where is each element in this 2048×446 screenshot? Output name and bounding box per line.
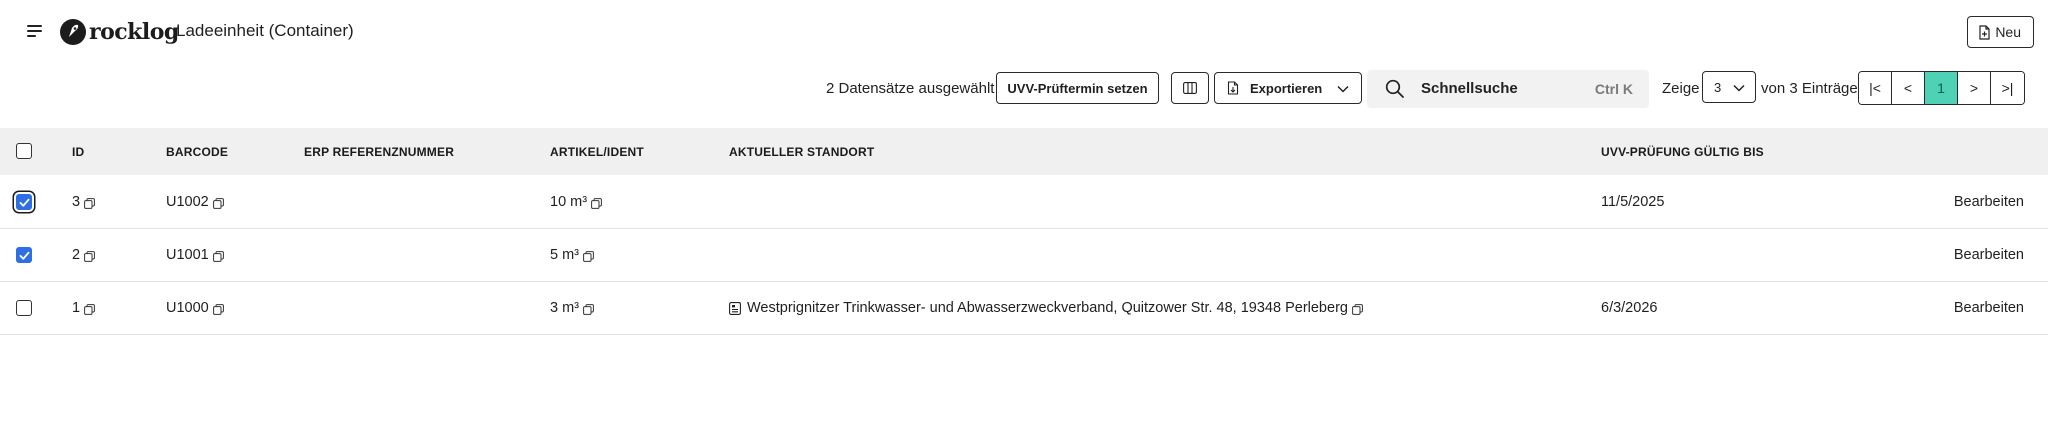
- cell-id-text: 3: [72, 194, 81, 210]
- columns-icon: [1183, 82, 1197, 94]
- cell-uvv: 11/5/2025: [1601, 194, 1664, 210]
- column-header-id[interactable]: ID: [72, 145, 84, 159]
- copy-icon[interactable]: [84, 197, 95, 209]
- last-page-button[interactable]: >|: [1991, 72, 2024, 104]
- page-title: Ladeeinheit (Container): [176, 21, 354, 40]
- cell-barcode-text: U1000: [166, 300, 209, 316]
- entry-count: von 3 Einträge: [1761, 80, 1858, 97]
- chevron-down-icon: [1733, 84, 1745, 92]
- column-header-erp[interactable]: ERP REFERENZNUMMER: [304, 145, 454, 159]
- column-header-barcode[interactable]: BARCODE: [166, 145, 228, 159]
- page-size-label: Zeige: [1662, 80, 1700, 97]
- cell-standort: Westprignitzer Trinkwasser- und Abwasser…: [729, 300, 1363, 316]
- cell-id-text: 2: [72, 247, 81, 263]
- quick-search[interactable]: Schnellsuche Ctrl K: [1367, 70, 1649, 108]
- cell-uvv: 6/3/2026: [1601, 300, 1657, 316]
- first-page-button[interactable]: |<: [1859, 72, 1892, 104]
- cell-artikel: 10 m³: [550, 194, 602, 210]
- edit-link[interactable]: Bearbeiten: [1954, 300, 2024, 316]
- cell-artikel: 5 m³: [550, 247, 594, 263]
- export-label: Exportieren: [1250, 80, 1323, 96]
- menu-icon[interactable]: [24, 20, 46, 42]
- table-row[interactable]: 3 U1002 10 m³ 11/5/2025 Bearbeiten: [0, 176, 2048, 229]
- column-header-artikel[interactable]: ARTIKEL/IDENT: [550, 145, 644, 159]
- copy-icon[interactable]: [84, 250, 95, 262]
- location-icon: [729, 301, 743, 315]
- row-checkbox[interactable]: [16, 247, 32, 263]
- cell-artikel: 3 m³: [550, 300, 594, 316]
- copy-icon[interactable]: [583, 303, 594, 315]
- search-icon: [1385, 79, 1404, 98]
- page-button-current[interactable]: 1: [1925, 72, 1958, 104]
- row-checkbox[interactable]: [16, 300, 32, 316]
- cell-barcode-text: U1002: [166, 194, 209, 210]
- edit-link[interactable]: Bearbeiten: [1954, 247, 2024, 263]
- cell-uvv-text: 11/5/2025: [1601, 194, 1665, 210]
- table-header: ID BARCODE ERP REFERENZNUMMER ARTIKEL/ID…: [0, 128, 2048, 175]
- logo[interactable]: rocklog: [60, 18, 179, 46]
- copy-icon[interactable]: [212, 303, 224, 315]
- chevron-down-icon: [1337, 85, 1349, 93]
- next-page-button[interactable]: >: [1958, 72, 1991, 104]
- columns-button[interactable]: [1171, 72, 1209, 104]
- selection-count: 2 Datensätze ausgewählt: [826, 80, 995, 97]
- search-shortcut: Ctrl K: [1594, 81, 1633, 97]
- export-dropdown[interactable]: Exportieren: [1214, 72, 1362, 104]
- cell-artikel-text: 5 m³: [550, 247, 579, 263]
- logo-text: rocklog: [89, 19, 179, 45]
- prev-page-button[interactable]: <: [1892, 72, 1925, 104]
- cell-barcode: U1001: [166, 247, 224, 263]
- rocket-icon: [60, 19, 86, 45]
- copy-icon[interactable]: [583, 250, 594, 262]
- cell-uvv-text: 6/3/2026: [1601, 300, 1658, 316]
- new-button[interactable]: Neu: [1967, 16, 2034, 48]
- copy-icon[interactable]: [1352, 303, 1363, 315]
- cell-barcode: U1002: [166, 194, 224, 210]
- cell-id: 3: [72, 194, 95, 210]
- copy-icon[interactable]: [212, 197, 224, 209]
- new-button-label: Neu: [1995, 24, 2021, 40]
- select-all-checkbox[interactable]: [16, 143, 32, 159]
- search-label: Schnellsuche: [1421, 80, 1518, 97]
- copy-icon[interactable]: [212, 250, 224, 262]
- copy-icon[interactable]: [84, 303, 95, 315]
- page-size-select[interactable]: 3: [1702, 71, 1756, 103]
- new-document-icon: [1979, 24, 1990, 40]
- cell-id: 1: [72, 300, 95, 316]
- cell-id: 2: [72, 247, 95, 263]
- check-icon: [19, 198, 29, 207]
- export-file-icon: [1227, 81, 1239, 95]
- cell-artikel-text: 10 m³: [550, 194, 588, 210]
- cell-artikel-text: 3 m³: [550, 300, 579, 316]
- cell-barcode-text: U1001: [166, 247, 209, 263]
- cell-standort-text: Westprignitzer Trinkwasser- und Abwasser…: [747, 300, 1348, 316]
- set-uvv-date-button[interactable]: UVV-Prüftermin setzen: [996, 72, 1159, 104]
- edit-link[interactable]: Bearbeiten: [1954, 194, 2024, 210]
- table-row[interactable]: 1 U1000 3 m³ Westprignitzer Trinkwasser- un…: [0, 282, 2048, 335]
- set-uvv-date-label: UVV-Prüftermin setzen: [1007, 80, 1148, 96]
- app-header: rocklog Ladeeinheit (Container) Neu: [0, 0, 2048, 64]
- row-checkbox[interactable]: [16, 194, 32, 210]
- column-header-standort[interactable]: AKTUELLER STANDORT: [729, 145, 874, 159]
- copy-icon[interactable]: [591, 197, 602, 209]
- check-icon: [19, 251, 29, 260]
- cell-id-text: 1: [72, 300, 81, 316]
- table-row[interactable]: 2 U1001 5 m³ Bearbeiten: [0, 229, 2048, 282]
- page-size-value: 3: [1714, 80, 1722, 95]
- pagination: |< < 1 > >|: [1858, 71, 2025, 105]
- column-header-uvv[interactable]: UVV-PRÜFUNG GÜLTIG BIS: [1601, 145, 1764, 159]
- cell-barcode: U1000: [166, 300, 224, 316]
